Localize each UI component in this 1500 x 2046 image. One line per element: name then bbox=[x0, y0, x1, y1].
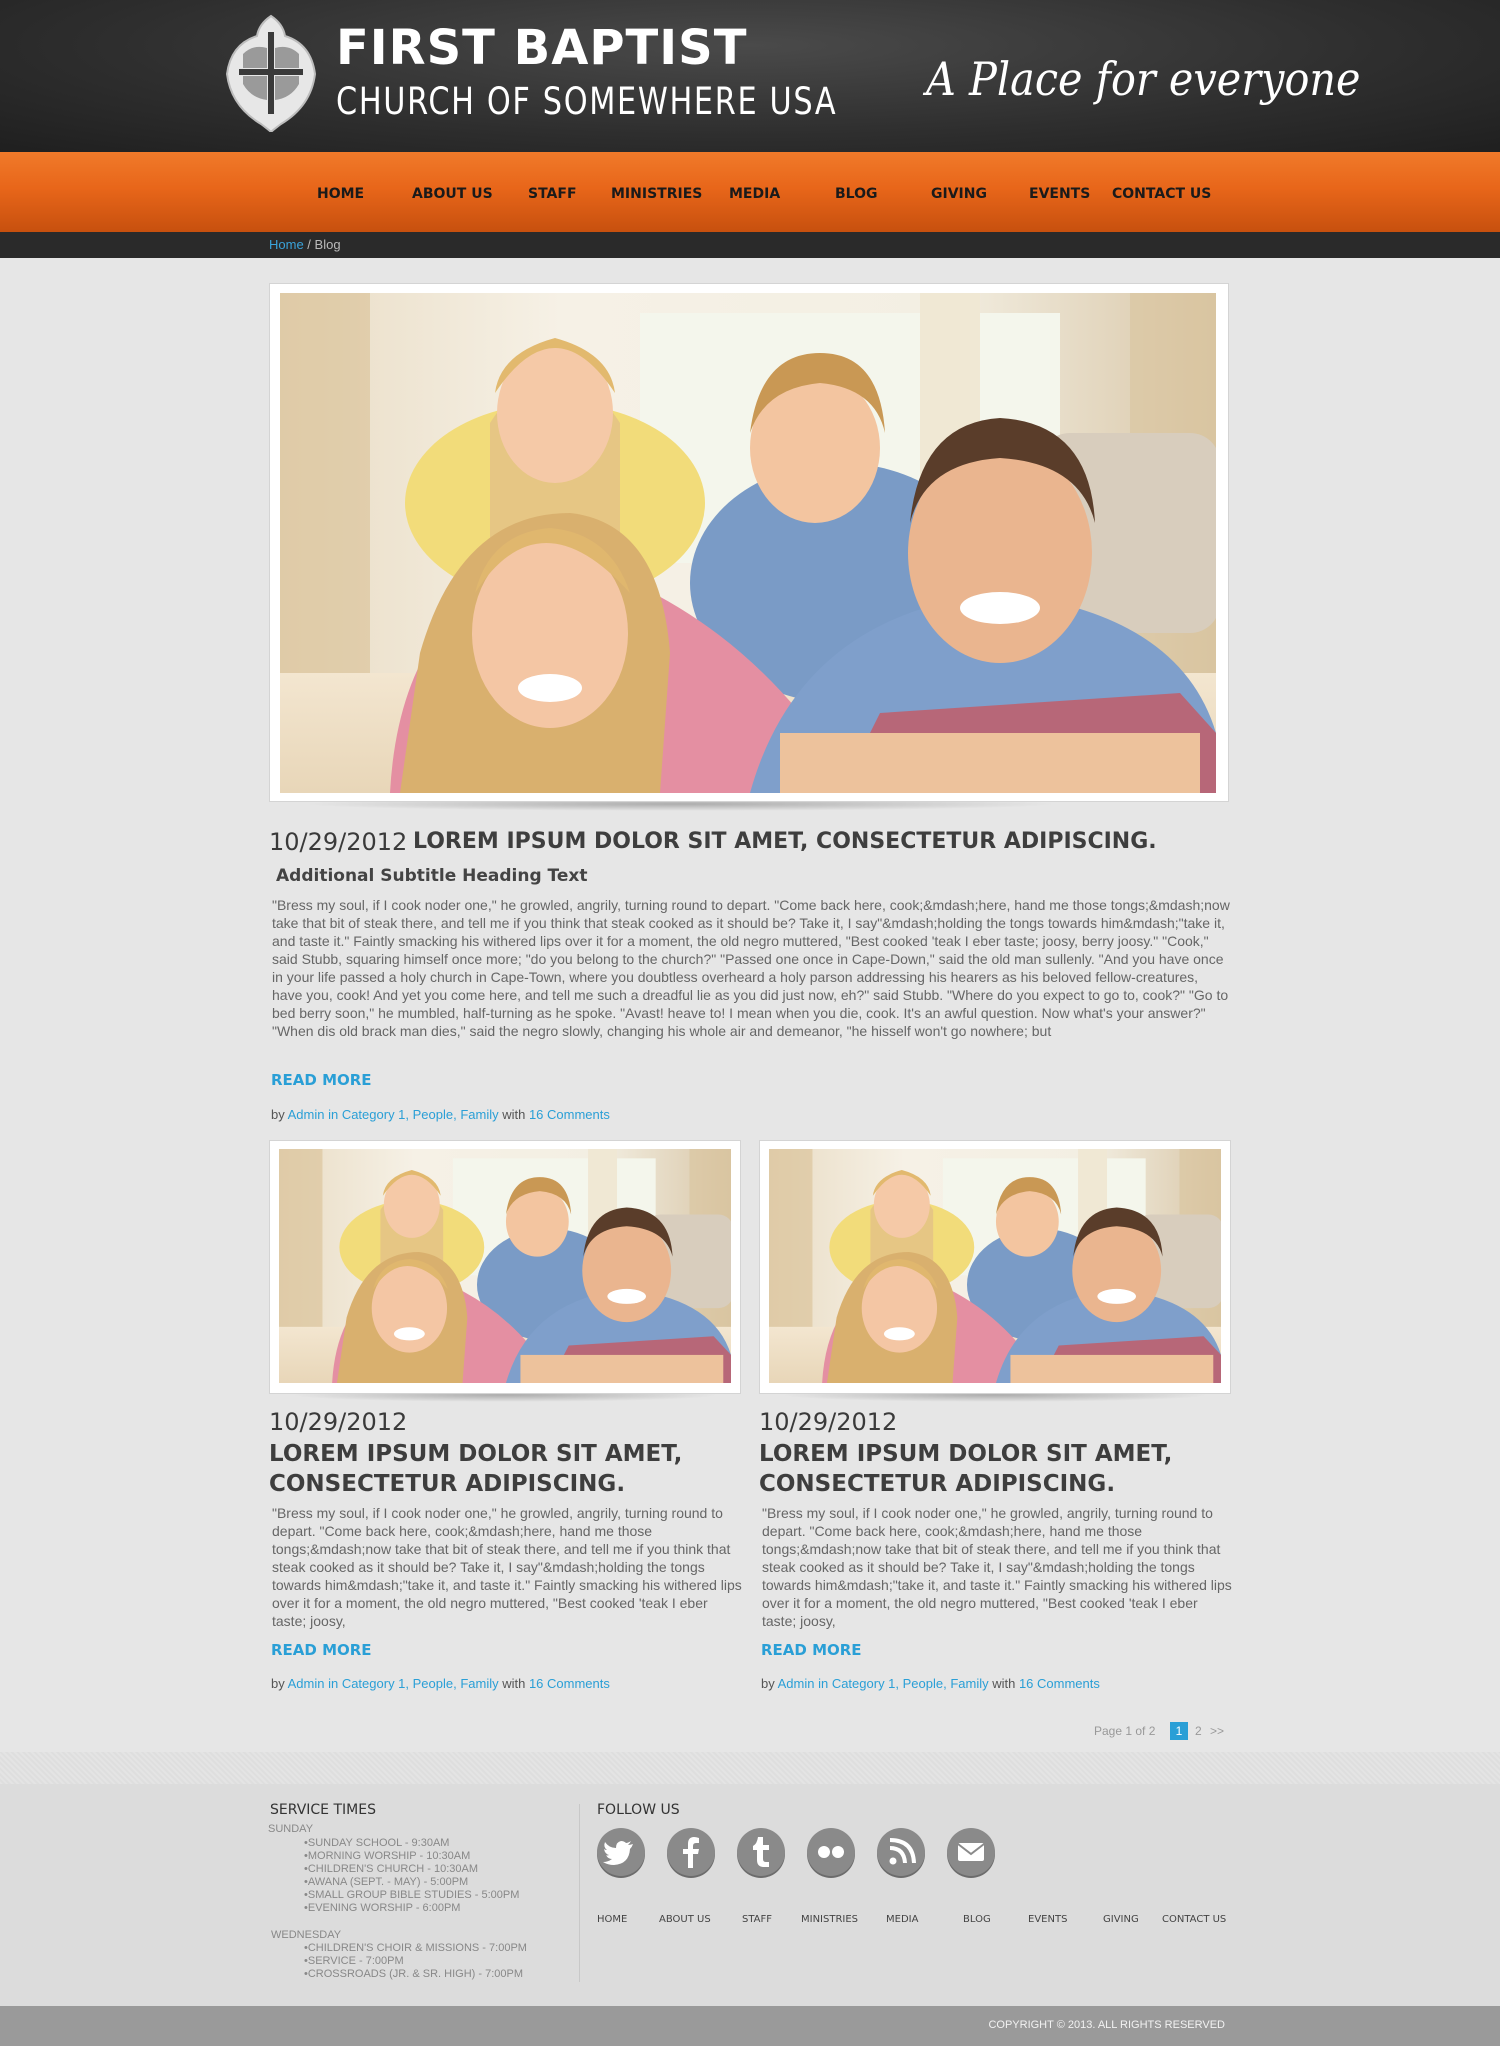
footer-nav-about-us[interactable]: ABOUT US bbox=[659, 1914, 711, 1925]
meta-comments-link[interactable]: 16 Comments bbox=[529, 1107, 610, 1122]
featured-date: 10/29/2012 bbox=[269, 828, 408, 856]
nav-ministries[interactable]: MINISTRIES bbox=[611, 186, 702, 202]
post-date: 10/29/2012 bbox=[269, 1408, 408, 1436]
nav-media[interactable]: MEDIA bbox=[729, 186, 780, 202]
featured-excerpt: "Bress my soul, if I cook noder one," he… bbox=[272, 897, 1230, 1039]
pagination-next-link[interactable]: >> bbox=[1210, 1724, 1224, 1738]
meta-with: with bbox=[988, 1676, 1019, 1691]
post-excerpt: "Bress my soul, if I cook noder one," he… bbox=[272, 1505, 742, 1629]
cross-shield-logo[interactable] bbox=[223, 14, 319, 134]
post-image[interactable] bbox=[279, 1149, 731, 1383]
flickr-icon[interactable] bbox=[807, 1828, 855, 1876]
post-title-line[interactable]: LOREM IPSUM DOLOR SIT AMET, bbox=[269, 1439, 682, 1469]
meta-by: by bbox=[271, 1107, 288, 1122]
wednesday-service-item: •CROSSROADS (JR. & SR. HIGH) - 7:00PM bbox=[304, 1968, 523, 1980]
sunday-service-item: •MORNING WORSHIP - 10:30AM bbox=[304, 1850, 471, 1862]
tagline: A Place for everyone bbox=[926, 52, 1361, 106]
nav-about-us[interactable]: ABOUT US bbox=[412, 186, 493, 202]
sunday-service-item: •CHILDREN'S CHURCH - 10:30AM bbox=[304, 1863, 479, 1875]
post-read-more-link[interactable]: READ MORE bbox=[761, 1641, 862, 1659]
tumblr-icon[interactable] bbox=[737, 1828, 785, 1876]
footer-nav-contact-us[interactable]: CONTACT US bbox=[1162, 1914, 1226, 1925]
nav-blog[interactable]: BLOG bbox=[835, 186, 878, 202]
meta-author-category-link[interactable]: Admin in Category 1, People, Family bbox=[288, 1676, 499, 1691]
sunday-service-item: •SMALL GROUP BIBLE STUDIES - 5:00PM bbox=[304, 1889, 520, 1901]
featured-read-more-link[interactable]: READ MORE bbox=[271, 1071, 372, 1089]
post-title-line[interactable]: CONSECTETUR ADIPISCING. bbox=[269, 1469, 682, 1499]
site-header: FIRST BAPTIST CHURCH OF SOMEWHERE USA A … bbox=[0, 0, 1500, 152]
breadcrumb: Home / Blog bbox=[0, 232, 1500, 258]
breadcrumb-home-link[interactable]: Home bbox=[269, 237, 304, 252]
post-excerpt: "Bress my soul, if I cook noder one," he… bbox=[762, 1505, 1232, 1629]
meta-author-category-link[interactable]: Admin in Category 1, People, Family bbox=[778, 1676, 989, 1691]
featured-image[interactable] bbox=[280, 293, 1216, 793]
wednesday-service-item: •SERVICE - 7:00PM bbox=[304, 1955, 404, 1967]
footer-divider bbox=[579, 1804, 580, 1982]
meta-by: by bbox=[271, 1676, 288, 1691]
footer-nav-staff[interactable]: STAFF bbox=[742, 1914, 772, 1925]
post-image[interactable] bbox=[769, 1149, 1221, 1383]
post-read-more-link[interactable]: READ MORE bbox=[271, 1641, 372, 1659]
pagination-current-page[interactable]: 1 bbox=[1170, 1722, 1188, 1740]
brand-subname[interactable]: CHURCH OF SOMEWHERE USA bbox=[336, 80, 837, 124]
pagination-page-2-link[interactable]: 2 bbox=[1195, 1724, 1202, 1738]
post-meta: by Admin in Category 1, People, Family w… bbox=[761, 1676, 1100, 1691]
email-icon[interactable] bbox=[947, 1828, 995, 1876]
wednesday-service-item: •CHILDREN'S CHOIR & MISSIONS - 7:00PM bbox=[304, 1942, 527, 1954]
sunday-label: SUNDAY bbox=[268, 1823, 314, 1835]
footer-nav-blog[interactable]: BLOG bbox=[963, 1914, 991, 1925]
featured-title[interactable]: LOREM IPSUM DOLOR SIT AMET, CONSECTETUR … bbox=[413, 829, 1157, 854]
meta-with: with bbox=[498, 1107, 529, 1122]
footer-pattern-strip bbox=[0, 1752, 1500, 1784]
meta-by: by bbox=[761, 1676, 778, 1691]
footer-nav-ministries[interactable]: MINISTRIES bbox=[801, 1914, 858, 1925]
footer-nav-events[interactable]: EVENTS bbox=[1028, 1914, 1067, 1925]
twitter-icon[interactable] bbox=[597, 1828, 645, 1876]
meta-comments-link[interactable]: 16 Comments bbox=[529, 1676, 610, 1691]
nav-events[interactable]: EVENTS bbox=[1029, 186, 1090, 202]
post-title-line[interactable]: LOREM IPSUM DOLOR SIT AMET, bbox=[759, 1439, 1172, 1469]
breadcrumb-current: Blog bbox=[314, 237, 341, 252]
footer-nav-media[interactable]: MEDIA bbox=[886, 1914, 918, 1925]
meta-author-category-link[interactable]: Admin in Category 1, People, Family bbox=[288, 1107, 499, 1122]
nav-home[interactable]: HOME bbox=[317, 186, 364, 202]
service-times-heading: SERVICE TIMES bbox=[270, 1802, 376, 1818]
rss-icon[interactable] bbox=[877, 1828, 925, 1876]
nav-staff[interactable]: STAFF bbox=[528, 186, 577, 202]
follow-us-heading: FOLLOW US bbox=[597, 1802, 680, 1818]
featured-meta: by Admin in Category 1, People, Family w… bbox=[271, 1107, 610, 1122]
site-footer bbox=[0, 1752, 1500, 2006]
sunday-service-item: •EVENING WORSHIP - 6:00PM bbox=[304, 1902, 461, 1914]
copyright-text: COPYRIGHT © 2013. ALL RIGHTS RESERVED bbox=[988, 2019, 1225, 2031]
post-date: 10/29/2012 bbox=[759, 1408, 898, 1436]
meta-with: with bbox=[498, 1676, 529, 1691]
pagination-label: Page 1 of 2 bbox=[1094, 1724, 1156, 1738]
featured-subtitle: Additional Subtitle Heading Text bbox=[276, 866, 588, 886]
post-title[interactable]: LOREM IPSUM DOLOR SIT AMET, CONSECTETUR … bbox=[269, 1439, 682, 1499]
meta-comments-link[interactable]: 16 Comments bbox=[1019, 1676, 1100, 1691]
post-title[interactable]: LOREM IPSUM DOLOR SIT AMET, CONSECTETUR … bbox=[759, 1439, 1172, 1499]
main-nav: HOME ABOUT US STAFF MINISTRIES MEDIA BLO… bbox=[0, 152, 1500, 232]
post-title-line[interactable]: CONSECTETUR ADIPISCING. bbox=[759, 1469, 1172, 1499]
breadcrumb-separator: / bbox=[303, 237, 315, 252]
nav-giving[interactable]: GIVING bbox=[931, 186, 987, 202]
sunday-service-item: •SUNDAY SCHOOL - 9:30AM bbox=[304, 1837, 450, 1849]
nav-contact-us[interactable]: CONTACT US bbox=[1112, 186, 1211, 202]
brand-name[interactable]: FIRST BAPTIST bbox=[336, 20, 747, 76]
copyright-bar: COPYRIGHT © 2013. ALL RIGHTS RESERVED bbox=[0, 2006, 1500, 2046]
sunday-service-item: •AWANA (SEPT. - MAY) - 5:00PM bbox=[304, 1876, 469, 1888]
footer-nav-home[interactable]: HOME bbox=[597, 1914, 627, 1925]
facebook-icon[interactable] bbox=[667, 1828, 715, 1876]
footer-nav-giving[interactable]: GIVING bbox=[1103, 1914, 1139, 1925]
wednesday-label: WEDNESDAY bbox=[271, 1929, 342, 1941]
post-meta: by Admin in Category 1, People, Family w… bbox=[271, 1676, 610, 1691]
